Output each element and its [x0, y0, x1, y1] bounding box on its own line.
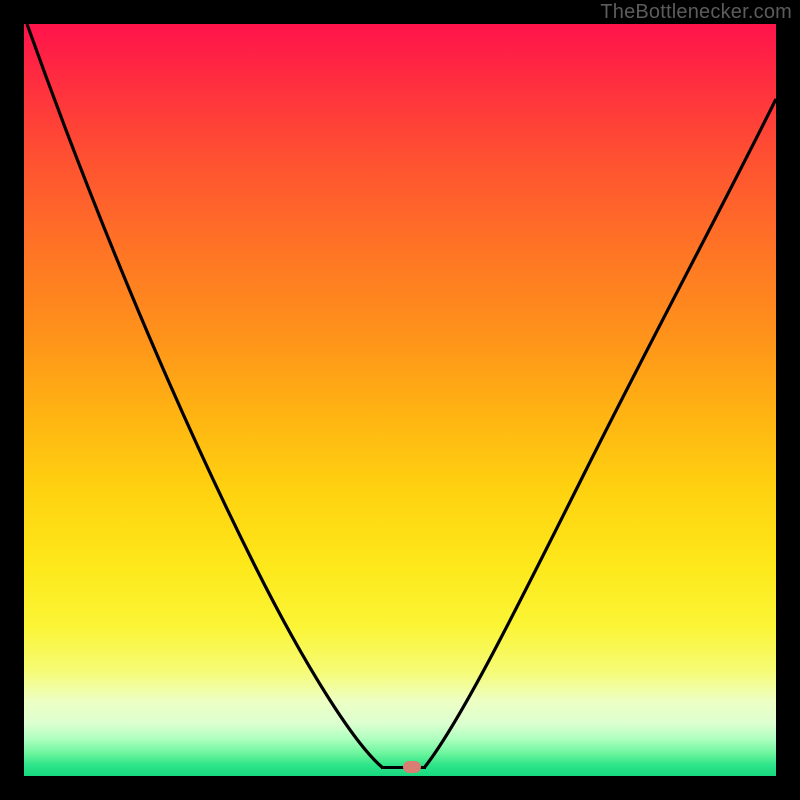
chart-frame: TheBottlenecker.com [0, 0, 800, 800]
plot-area [24, 24, 776, 776]
curve-line [24, 24, 776, 776]
minimum-marker [403, 761, 421, 773]
attribution-text: TheBottlenecker.com [600, 1, 792, 24]
